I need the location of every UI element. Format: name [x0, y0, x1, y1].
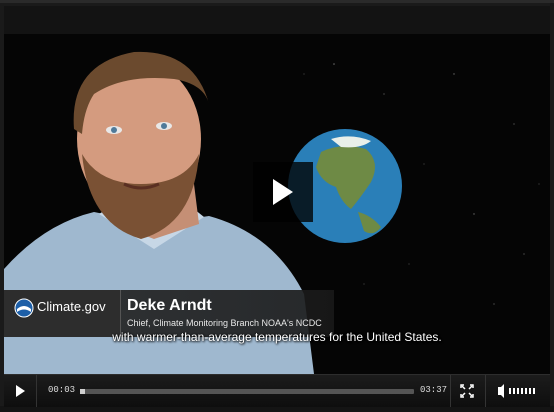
speaker-name: Deke Arndt: [127, 297, 212, 314]
volume-icon: [498, 384, 535, 398]
play-icon: [16, 385, 25, 397]
play-icon: [273, 179, 293, 205]
noaa-logo-icon: [14, 298, 34, 318]
fullscreen-button[interactable]: [452, 375, 482, 407]
big-play-button[interactable]: [253, 162, 313, 222]
video-player: Climate.gov Deke Arndt Chief, Climate Mo…: [0, 0, 554, 407]
seek-bar[interactable]: [80, 389, 414, 394]
play-button[interactable]: [4, 375, 36, 407]
caption-text: with warmer-than-average temperatures fo…: [112, 330, 442, 344]
top-bar: [4, 6, 550, 34]
video-frame[interactable]: Climate.gov Deke Arndt Chief, Climate Mo…: [4, 34, 550, 374]
brand-label: Climate.gov: [37, 299, 106, 314]
volume-control[interactable]: [490, 375, 550, 407]
separator: [36, 375, 37, 407]
duration: 03:37: [420, 385, 448, 395]
separator: [485, 375, 486, 407]
speaker-title: Chief, Climate Monitoring Branch NOAA's …: [127, 318, 322, 328]
current-time: 00:03: [48, 385, 76, 395]
control-bar: 00:03 03:37: [4, 374, 550, 407]
separator: [450, 375, 451, 407]
fullscreen-icon: [460, 384, 474, 398]
seek-progress: [80, 389, 85, 394]
